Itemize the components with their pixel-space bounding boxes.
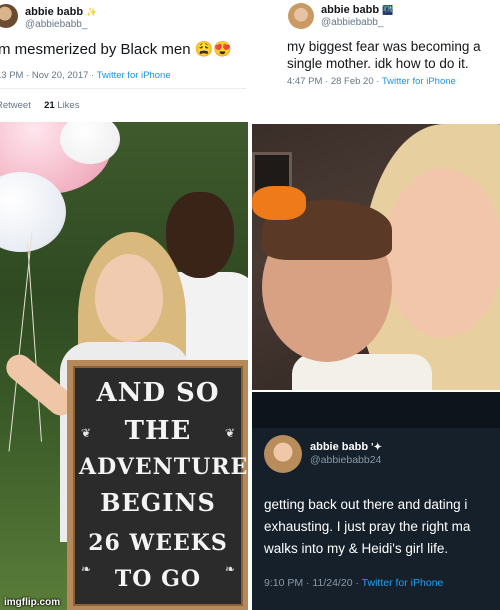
handle[interactable]: @abbiebabb24 (310, 454, 381, 466)
watermark: imgflip.com (4, 597, 61, 608)
panel-gap (251, 96, 500, 121)
tweet-text: getting back out there and dating i exha… (264, 497, 471, 556)
source-link[interactable]: Twitter for iPhone (97, 70, 171, 81)
tweet-meta: 4:47 PM · 28 Feb 20 · Twitter for iPhone (287, 76, 456, 87)
source-link[interactable]: Twitter for iPhone (382, 76, 456, 87)
emoji: 😩😍 (194, 41, 233, 58)
timestamp[interactable]: 9:10 PM · 11/24/20 · (264, 577, 362, 589)
leaf-doodle-icon: ❧ (224, 562, 235, 576)
chalkboard-sign: AND SO THE ADVENTURE BEGINS 26 WEEKS TO … (67, 360, 248, 610)
woman-face (95, 254, 163, 342)
chalk-line: AND SO (96, 378, 220, 408)
man-head (166, 192, 234, 278)
tweet-card-2: abbie babb 🌃 @abbiebabb_ my biggest fear… (251, 0, 500, 121)
avatar[interactable] (264, 435, 302, 473)
couple-photo: AND SO THE ADVENTURE BEGINS 26 WEEKS TO … (0, 122, 248, 610)
orange-bow (252, 186, 306, 220)
tweet-text: my biggest fear was becoming a single mo… (287, 39, 481, 71)
timestamp[interactable]: 4:47 PM · 28 Feb 20 · (287, 76, 382, 87)
tweet-text: m mesmerized by Black men 😩😍 (0, 41, 233, 58)
mother-face (384, 168, 500, 338)
balloon-string (27, 242, 42, 442)
engagement-stats: Retweet 21 Likes (0, 100, 79, 111)
leaf-doodle-icon: ❦ (224, 426, 235, 440)
likes-label[interactable]: Likes (57, 100, 79, 111)
leaf-doodle-icon: ❧ (81, 562, 92, 576)
likes-count[interactable]: 21 (44, 100, 55, 111)
chalk-line: ADVENTURE (79, 454, 248, 480)
tweet-meta: 9:10 PM · 11/24/20 · Twitter for iPhone (264, 577, 443, 589)
sparkle-icon: '✦ (371, 442, 382, 453)
leaf-doodle-icon: ❦ (81, 426, 92, 440)
chalk-line: TO GO (114, 566, 202, 592)
timestamp[interactable]: 13 PM · Nov 20, 2017 · (0, 70, 97, 81)
chalk-line: 26 WEEKS (88, 530, 228, 556)
chalk-line: BEGINS (100, 488, 216, 517)
display-name[interactable]: abbie babb '✦ (310, 441, 382, 453)
divider (0, 88, 246, 89)
handle[interactable]: @abbiebabb_ (321, 17, 383, 28)
top-bar (252, 392, 500, 428)
avatar[interactable] (0, 4, 18, 28)
mother-baby-photo (252, 124, 500, 390)
handle[interactable]: @abbiebabb_ (25, 19, 87, 30)
badge-icon: 🌃 (382, 5, 394, 15)
sparkle-icon: ✨ (86, 7, 98, 17)
chalk-line: THE (124, 416, 192, 446)
tweet-card-1: abbie babb ✨ @abbiebabb_ m mesmerized by… (0, 0, 246, 121)
tweet-meta: 13 PM · Nov 20, 2017 · Twitter for iPhon… (0, 70, 171, 81)
retweets-label[interactable]: Retweet (0, 100, 31, 111)
avatar[interactable] (288, 3, 314, 29)
display-name[interactable]: abbie babb ✨ (25, 6, 97, 18)
tweet-card-3: abbie babb '✦ @abbiebabb24 getting back … (252, 392, 500, 610)
source-link[interactable]: Twitter for iPhone (362, 577, 444, 589)
display-name[interactable]: abbie babb 🌃 (321, 4, 393, 16)
